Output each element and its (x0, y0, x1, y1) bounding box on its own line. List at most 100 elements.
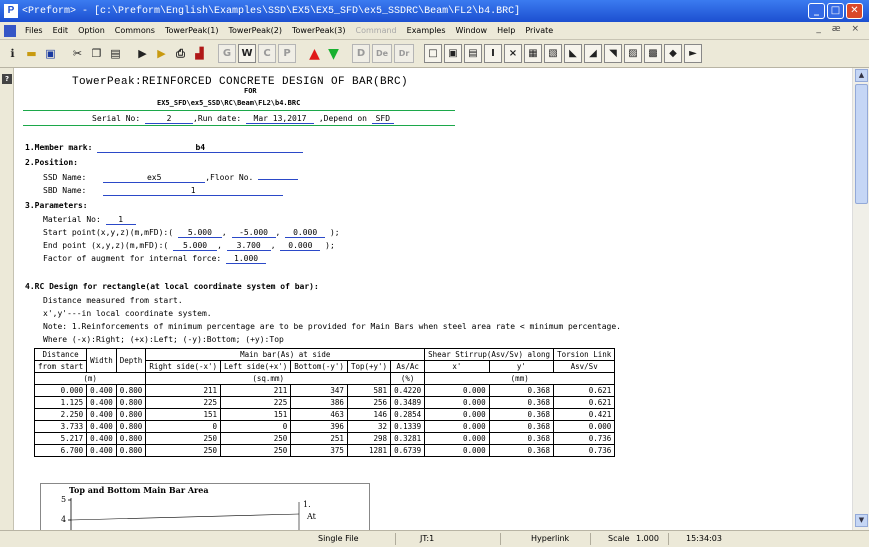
start-point-line: Start point(x,y,z)(m,mFD):( 5.000, -5.00… (43, 228, 340, 238)
mini-chart-curve (70, 513, 300, 521)
menu-commons[interactable]: Commons (110, 26, 160, 35)
table-row: 1.125 0.400 0.800 225 225 386 256 0.3489 0.000 0.… (33, 396, 616, 409)
menu-private[interactable]: Private (520, 26, 558, 35)
tool-list-icon[interactable]: ▩ (644, 44, 662, 63)
cell-left-side: 250 (220, 432, 292, 445)
cell-top: 146 (346, 408, 392, 421)
paste-icon[interactable]: ▤ (107, 45, 124, 62)
cell-bottom: 375 (290, 444, 348, 457)
p-button[interactable]: P (278, 44, 296, 63)
c-button[interactable]: C (258, 44, 276, 63)
menu-towerpeak-2[interactable]: TowerPeak(2) (223, 26, 287, 35)
tool-frame-icon[interactable]: □ (424, 44, 442, 63)
menu-edit[interactable]: Edit (48, 26, 74, 35)
member-line: 1.Member mark: b4 (25, 143, 304, 153)
cell-distance: 2.250 (33, 408, 88, 421)
copy-icon[interactable]: ❐ (88, 45, 105, 62)
run-icon[interactable]: ▶ (134, 45, 151, 62)
up-arrow-icon[interactable]: ▲ (306, 45, 323, 62)
tool-play-icon[interactable]: ► (684, 44, 702, 63)
window-titlebar: P <Preform> - [c:\Preform\English\Exampl… (0, 0, 869, 22)
status-page: JT:1 (420, 534, 435, 543)
info-icon[interactable]: ℹ (4, 45, 21, 62)
minimize-icon[interactable]: _ (808, 3, 825, 19)
scroll-down-icon[interactable]: ▼ (855, 514, 868, 527)
menu-option[interactable]: Option (73, 26, 110, 35)
cell-as-ac: 0.6739 (390, 444, 426, 457)
table-row: 2.250 0.400 0.800 151 151 463 146 0.2854 0.000 0.… (33, 408, 616, 421)
dr-button[interactable]: Dr (394, 44, 414, 63)
print-icon[interactable]: ⎙ (172, 45, 189, 62)
cell-left-side: 0 (220, 420, 292, 433)
tool-diamond-icon[interactable]: ◆ (664, 44, 682, 63)
tool-pattern-icon[interactable]: ▧ (544, 44, 562, 63)
table-row: 5.217 0.400 0.800 250 250 251 298 0.3281 0.000 0.… (33, 432, 616, 445)
rc-note-where: Where (-x):Right; (+x):Left; (-y):Bottom… (43, 335, 284, 344)
position-label: 2.Position: (25, 158, 78, 167)
cell-torsion: 0.421 (553, 408, 616, 421)
save-icon[interactable]: ▣ (42, 45, 59, 62)
open-folder-icon[interactable]: ▬ (23, 45, 40, 62)
depend-label: ,Depend on (318, 114, 367, 123)
cell-depth: 0.800 (115, 420, 147, 433)
cell-width: 0.400 (86, 396, 117, 409)
cut-icon[interactable]: ✂ (69, 45, 86, 62)
mini-chart: Top and Bottom Main Bar Area 5 4 1. At (40, 483, 370, 534)
ssd-label: SSD Name: (43, 173, 87, 182)
tool-text-icon[interactable]: I (484, 44, 502, 63)
header-top: Top(+y') (346, 360, 392, 373)
g-button[interactable]: G (218, 44, 236, 63)
maximize-icon[interactable]: □ (827, 3, 844, 19)
end-point-line: End point (x,y,z)(m,mFD):( 5.000, 3.700,… (43, 241, 335, 251)
sbd-value: 1 (103, 186, 284, 196)
status-hyperlink[interactable]: Hyperlink (531, 534, 569, 543)
end-y: 3.700 (226, 241, 271, 251)
status-scale-label: Scale (608, 534, 630, 543)
tool-triangle-right-icon[interactable]: ◢ (584, 44, 602, 63)
tool-grid-icon[interactable]: ▦ (524, 44, 542, 63)
factor-line: Factor of augment for internal force: 1.… (43, 254, 267, 264)
menu-help[interactable]: Help (492, 26, 520, 35)
down-arrow-icon[interactable]: ▼ (325, 45, 342, 62)
start-close: ); (329, 228, 340, 237)
cell-bottom: 347 (290, 384, 348, 397)
cell-distance: 0.000 (33, 384, 88, 397)
w-button[interactable]: W (238, 44, 256, 63)
tool-delete-icon[interactable]: × (504, 44, 522, 63)
run-date-label: ,Run date: (193, 114, 242, 123)
scroll-thumb[interactable] (855, 84, 868, 204)
d-button[interactable]: D (352, 44, 370, 63)
status-time: 15:34:03 (686, 534, 722, 543)
menu-files[interactable]: Files (20, 26, 48, 35)
menu-towerpeak-3[interactable]: TowerPeak(3) (287, 26, 351, 35)
run-file-icon[interactable]: ▶ (153, 45, 170, 62)
vertical-scrollbar[interactable]: ▲ ▼ (852, 68, 869, 530)
menu-towerpeak-1[interactable]: TowerPeak(1) (160, 26, 224, 35)
menu-examples[interactable]: Examples (402, 26, 451, 35)
cell-right-side: 250 (145, 432, 222, 445)
help-icon[interactable]: ? (2, 74, 12, 84)
cell-shear-y: 0.368 (488, 432, 555, 445)
tool-triangle-top-icon[interactable]: ◥ (604, 44, 622, 63)
cell-width: 0.400 (86, 432, 117, 445)
scroll-up-icon[interactable]: ▲ (855, 69, 868, 82)
menu-command[interactable]: Command (351, 26, 402, 35)
ssd-value: ex5 (103, 173, 206, 183)
unit-mm: (mm) (424, 372, 616, 385)
tool-table-icon[interactable]: ▨ (624, 44, 642, 63)
tool-hatch-icon[interactable]: ▤ (464, 44, 482, 63)
export-icon[interactable]: ▟ (191, 45, 208, 62)
cell-shear-y: 0.368 (488, 396, 555, 409)
cell-distance: 1.125 (33, 396, 88, 409)
cell-bottom: 396 (290, 420, 348, 433)
menu-window[interactable]: Window (451, 26, 493, 35)
document-icon[interactable] (4, 24, 16, 37)
table-row: 0.000 0.400 0.800 211 211 347 581 0.4220 0.000 0.… (33, 384, 616, 397)
tool-triangle-left-icon[interactable]: ◣ (564, 44, 582, 63)
mdi-controls[interactable]: _ æ × (816, 24, 863, 34)
tool-fill-icon[interactable]: ▣ (444, 44, 462, 63)
report-title: TowerPeak:REINFORCED CONCRETE DESIGN OF … (72, 76, 409, 88)
de-button[interactable]: De (372, 44, 392, 63)
header-bottom: Bottom(-y') (290, 360, 348, 373)
close-icon[interactable]: ✕ (846, 3, 863, 19)
